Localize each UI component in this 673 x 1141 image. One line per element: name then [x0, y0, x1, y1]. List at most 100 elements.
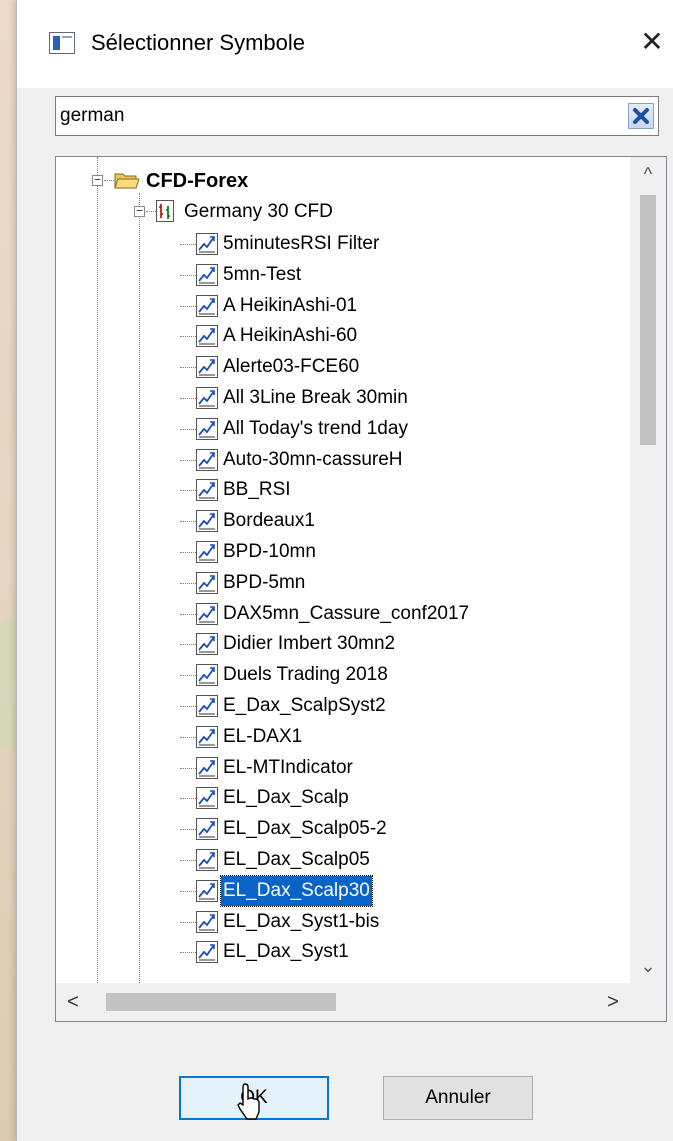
indicator-chart-icon — [196, 633, 218, 656]
tree-item[interactable]: EL_Dax_Scalp05-2 — [223, 814, 387, 844]
tree-connector — [180, 706, 196, 707]
indicator-chart-icon — [196, 510, 218, 533]
clear-search-button[interactable] — [628, 103, 654, 129]
tree-connector — [180, 890, 196, 892]
indicator-chart-icon — [196, 664, 218, 687]
tree-item[interactable]: BPD-5mn — [223, 568, 305, 598]
tree-item[interactable]: EL-MTIndicator — [223, 753, 353, 783]
tree-item[interactable]: EL_Dax_Scalp05 — [223, 845, 370, 875]
tree-connector — [180, 829, 196, 831]
tree-connector — [180, 613, 196, 615]
tree-item[interactable]: BPD-10mn — [223, 537, 316, 567]
tree-connector — [180, 798, 196, 800]
tree-item[interactable]: EL-DAX1 — [223, 722, 302, 752]
tree-connector — [180, 244, 196, 245]
symbol-tree: − CFD-Forex − Germany 30 CFD 5minutesRSI… — [55, 156, 667, 1022]
horizontal-scrollbar[interactable]: < > — [56, 983, 630, 1021]
tree-symbol-label[interactable]: Germany 30 CFD — [184, 198, 333, 226]
tree-connector — [180, 490, 196, 492]
tree-item[interactable]: BB_RSI — [223, 475, 291, 505]
tree-item[interactable]: EL_Dax_Syst1 — [223, 937, 349, 967]
indicator-chart-icon — [196, 233, 218, 255]
indicator-chart-icon — [196, 356, 218, 379]
tree-item[interactable]: E_Dax_ScalpSyst2 — [223, 691, 386, 721]
tree-connector — [180, 459, 196, 461]
indicator-chart-icon — [196, 263, 218, 286]
indicator-chart-icon — [196, 602, 218, 625]
tree-connector — [180, 367, 196, 369]
vertical-scroll-thumb[interactable] — [640, 195, 656, 445]
tree-connector — [180, 428, 196, 430]
indicator-chart-icon — [196, 479, 218, 502]
indicator-chart-icon — [196, 325, 218, 348]
tree-connector — [146, 211, 156, 212]
collapse-root-expander[interactable]: − — [92, 174, 103, 186]
tree-connector — [180, 952, 196, 954]
tree-connector — [180, 521, 196, 523]
scroll-up-arrow[interactable]: ^ — [630, 157, 666, 191]
tree-connector — [180, 336, 196, 338]
indicator-chart-icon — [196, 879, 218, 902]
tree-item[interactable]: Bordeaux1 — [223, 506, 315, 536]
tree-connector — [180, 305, 196, 307]
tree-item[interactable]: A HeikinAshi-01 — [223, 291, 357, 321]
indicator-chart-icon — [196, 818, 218, 841]
scroll-down-arrow[interactable]: ⌄ — [630, 949, 666, 983]
indicator-chart-icon — [196, 294, 218, 317]
indicator-chart-icon — [196, 541, 218, 563]
tree-item[interactable]: DAX5mn_Cassure_conf2017 — [223, 599, 469, 629]
indicator-chart-icon — [196, 417, 218, 440]
symbol-chart-icon — [156, 200, 174, 222]
tree-item[interactable]: EL_Dax_Syst1-bis — [223, 907, 379, 937]
indicator-chart-icon — [196, 448, 218, 471]
tree-connector — [180, 552, 196, 553]
tree-connector — [180, 767, 196, 769]
cancel-button[interactable]: Annuler — [383, 1076, 533, 1120]
tree-root-label[interactable]: CFD-Forex — [146, 167, 248, 195]
tree-connector — [104, 180, 114, 181]
tree-connector — [180, 860, 196, 861]
search-input[interactable] — [58, 97, 620, 135]
close-button[interactable]: ✕ — [630, 20, 673, 64]
indicator-chart-icon — [196, 387, 218, 409]
collapse-symbol-expander[interactable]: − — [134, 205, 145, 217]
tree-connector — [180, 644, 196, 646]
tree-connector — [180, 398, 196, 399]
indicator-chart-icon — [196, 571, 218, 594]
tree-item[interactable]: Duels Trading 2018 — [223, 660, 388, 690]
tree-item[interactable]: All Today's trend 1day — [223, 414, 408, 444]
indicator-chart-icon — [196, 695, 218, 717]
folder-open-icon — [114, 173, 140, 189]
tree-connector — [180, 274, 196, 276]
vertical-scrollbar[interactable]: ^ ⌄ — [630, 157, 666, 983]
tree-connector — [180, 582, 196, 584]
tree-content: − CFD-Forex − Germany 30 CFD 5minutesRSI… — [56, 157, 630, 983]
mouse-pointer-icon — [237, 1083, 260, 1120]
tree-item[interactable]: EL_Dax_Scalp30 — [220, 874, 373, 907]
tree-guide-line — [139, 193, 140, 983]
tree-item[interactable]: 5mn-Test — [223, 260, 301, 290]
title-bar[interactable]: Sélectionner Symbole ✕ — [17, 0, 673, 88]
horizontal-scroll-thumb[interactable] — [106, 993, 336, 1011]
tree-item[interactable]: EL_Dax_Scalp — [223, 783, 349, 813]
tree-connector — [180, 736, 196, 738]
tree-item[interactable]: Alerte03-FCE60 — [223, 352, 359, 382]
tree-connector — [180, 675, 196, 677]
indicator-chart-icon — [196, 910, 218, 933]
tree-item[interactable]: A HeikinAshi-60 — [223, 321, 357, 351]
tree-guide-line — [97, 157, 98, 983]
indicator-chart-icon — [196, 756, 218, 779]
tree-connector — [180, 921, 196, 923]
indicator-chart-icon — [196, 725, 218, 748]
tree-item[interactable]: Auto-30mn-cassureH — [223, 445, 403, 475]
dialog-title: Sélectionner Symbole — [91, 30, 306, 55]
scroll-left-arrow[interactable]: < — [56, 983, 90, 1021]
tree-item[interactable]: Didier Imbert 30mn2 — [223, 629, 395, 659]
window-icon — [49, 32, 75, 54]
clear-x-icon — [633, 108, 649, 124]
indicator-chart-icon — [196, 941, 218, 964]
tree-item[interactable]: All 3Line Break 30min — [223, 383, 408, 413]
scroll-right-arrow[interactable]: > — [596, 983, 630, 1021]
tree-item[interactable]: 5minutesRSI Filter — [223, 229, 379, 259]
indicator-chart-icon — [196, 849, 218, 871]
